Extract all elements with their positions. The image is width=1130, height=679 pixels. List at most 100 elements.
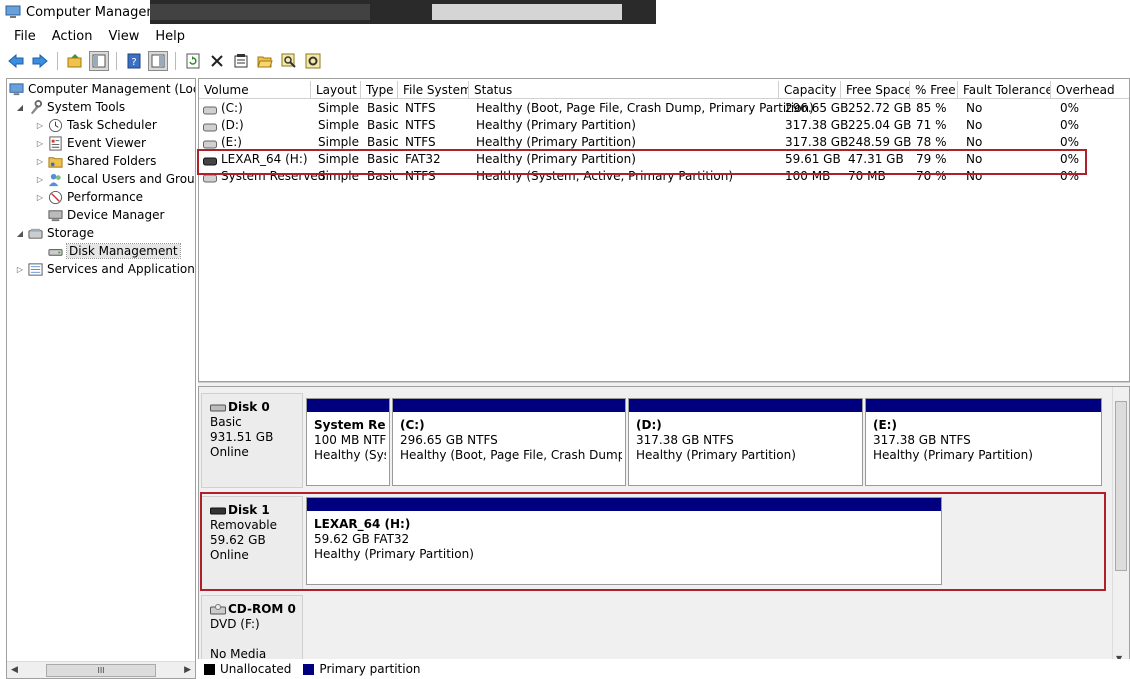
disk-1-type: Removable — [210, 518, 278, 532]
volume-type-cell: Basic — [367, 118, 399, 132]
tree-item-storage[interactable]: ◢ Storage — [15, 224, 94, 242]
menu-view[interactable]: View — [100, 29, 147, 44]
disk-management-icon — [48, 248, 63, 256]
back-arrow-icon[interactable] — [6, 51, 26, 71]
cdrom-drive-icon — [210, 603, 226, 614]
partition-lexar-h[interactable]: LEXAR_64 (H:) 59.62 GB FAT32 Healthy (Pr… — [306, 497, 942, 585]
show-hide-tree-icon[interactable] — [89, 51, 109, 71]
volume-pct-cell: 85 % — [916, 101, 947, 115]
volume-layout-cell: Simple — [318, 101, 359, 115]
primary-partition-bar — [307, 498, 941, 511]
collapsed-arrow-icon[interactable]: ▷ — [35, 139, 45, 148]
tree-item-system-tools[interactable]: ◢ System Tools — [15, 98, 125, 116]
disk-1-label[interactable]: Disk 1 Removable 59.62 GB Online — [201, 496, 303, 590]
properties-icon[interactable] — [231, 51, 251, 71]
tree-horizontal-scrollbar[interactable]: ◀ III ▶ — [7, 661, 195, 678]
column-header-capacity[interactable]: Capacity — [779, 81, 841, 99]
column-header-free-space[interactable]: Free Space — [841, 81, 910, 99]
tree-item-services-and-applications[interactable]: ▷ Services and Applications — [15, 260, 195, 278]
collapsed-arrow-icon[interactable]: ▷ — [35, 121, 45, 130]
scroll-left-icon[interactable]: ◀ — [11, 665, 18, 675]
delete-icon[interactable] — [207, 51, 227, 71]
scrollbar-thumb[interactable]: III — [46, 663, 156, 677]
partition-e[interactable]: (E:) 317.38 GB NTFS Healthy (Primary Par… — [865, 398, 1102, 486]
primary-partition-bar — [629, 399, 862, 412]
up-folder-icon[interactable] — [65, 51, 85, 71]
disk-0-status: Online — [210, 445, 249, 459]
volume-list: Volume Layout Type File System Status Ca… — [198, 78, 1130, 382]
primary-partition-bar — [307, 399, 389, 412]
column-header-percent-free[interactable]: % Free — [910, 81, 958, 99]
disk-pane-vertical-scrollbar[interactable]: ▼ — [1112, 387, 1129, 664]
column-header-type[interactable]: Type — [361, 81, 398, 99]
tree-item-performance[interactable]: ▷ Performance — [35, 188, 143, 206]
volume-capacity-cell: 100 MB — [785, 169, 831, 183]
tree-item-disk-management[interactable]: Disk Management — [48, 242, 181, 260]
volume-fs-cell: NTFS — [405, 169, 436, 183]
volume-fs-cell: NTFS — [405, 135, 436, 149]
expanded-arrow-icon[interactable]: ◢ — [15, 103, 25, 112]
volume-name-cell[interactable]: (D:) — [221, 117, 244, 134]
disk-0-type: Basic — [210, 415, 242, 429]
volume-status-cell: Healthy (System, Active, Primary Partiti… — [476, 169, 734, 183]
menu-action[interactable]: Action — [44, 29, 101, 44]
disk-1-name: Disk 1 — [210, 503, 302, 518]
expanded-arrow-icon[interactable]: ◢ — [15, 229, 25, 238]
volume-type-cell: Basic — [367, 169, 399, 183]
primary-partition-swatch — [303, 663, 315, 675]
drive-icon — [203, 121, 217, 132]
column-header-fault-tolerance[interactable]: Fault Tolerance — [958, 81, 1051, 99]
column-header-overhead[interactable]: Overhead — [1051, 81, 1129, 99]
open-icon[interactable] — [255, 51, 275, 71]
volume-layout-cell: Simple — [318, 118, 359, 132]
volume-free-cell: 248.59 GB — [848, 135, 912, 149]
tree-item-event-viewer[interactable]: ▷ Event Viewer — [35, 134, 146, 152]
volume-layout-cell: Simple — [318, 152, 359, 166]
volume-status-cell: Healthy (Primary Partition) — [476, 152, 636, 166]
tree-item-local-users[interactable]: ▷ Local Users and Groups — [35, 170, 195, 188]
disk-0-label[interactable]: Disk 0 Basic 931.51 GB Online — [201, 393, 303, 488]
title-bar: Computer Management — [0, 0, 1130, 24]
volume-name-cell[interactable]: System Reserved — [221, 168, 325, 185]
volume-name-cell[interactable]: (C:) — [221, 100, 243, 117]
partition-system-reserved[interactable]: System Rese 100 MB NTFS Healthy (Syst — [306, 398, 390, 486]
volume-capacity-cell: 317.38 GB — [785, 118, 849, 132]
volume-free-cell: 70 MB — [848, 169, 886, 183]
collapsed-arrow-icon[interactable]: ▷ — [15, 265, 25, 274]
partition-c[interactable]: (C:) 296.65 GB NTFS Healthy (Boot, Page … — [392, 398, 626, 486]
menu-file[interactable]: File — [0, 29, 44, 44]
tree-item-task-scheduler[interactable]: ▷ Task Scheduler — [35, 116, 157, 134]
partition-d[interactable]: (D:) 317.38 GB NTFS Healthy (Primary Par… — [628, 398, 863, 486]
volume-overhead-cell: 0% — [1060, 135, 1080, 149]
collapsed-arrow-icon[interactable]: ▷ — [35, 157, 45, 166]
forward-arrow-icon[interactable] — [30, 51, 50, 71]
removable-drive-icon — [203, 155, 217, 166]
scrollbar-thumb[interactable] — [1115, 401, 1127, 571]
show-hide-action-pane-icon[interactable] — [148, 51, 168, 71]
tree-item-shared-folders[interactable]: ▷ Shared Folders — [35, 152, 156, 170]
collapsed-arrow-icon[interactable]: ▷ — [35, 193, 45, 202]
cdrom-0-label[interactable]: CD-ROM 0 DVD (F:) No Media — [201, 595, 303, 664]
primary-partition-bar — [393, 399, 625, 412]
scroll-right-icon[interactable]: ▶ — [184, 665, 191, 675]
tree-item-device-manager[interactable]: Device Manager — [48, 206, 164, 224]
help-icon[interactable]: ? — [124, 51, 144, 71]
column-header-file-system[interactable]: File System — [398, 81, 469, 99]
column-header-layout[interactable]: Layout — [311, 81, 361, 99]
toolbar-separator — [116, 52, 117, 70]
volume-name-cell[interactable]: (E:) — [221, 134, 242, 151]
menu-help[interactable]: Help — [147, 29, 193, 44]
column-header-volume[interactable]: Volume — [199, 81, 311, 99]
volume-status-cell: Healthy (Primary Partition) — [476, 135, 636, 149]
volume-name-cell[interactable]: LEXAR_64 (H:) — [221, 151, 308, 168]
computer-management-icon — [5, 5, 21, 18]
volume-fault-cell: No — [966, 135, 983, 149]
toolbar: ? — [0, 48, 1130, 74]
tree-item-computer-management[interactable]: Computer Management (Local — [9, 80, 195, 98]
collapsed-arrow-icon[interactable]: ▷ — [35, 175, 45, 184]
volume-layout-cell: Simple — [318, 135, 359, 149]
settings-icon[interactable] — [303, 51, 323, 71]
column-header-status[interactable]: Status — [469, 81, 779, 99]
refresh-icon[interactable] — [183, 51, 203, 71]
search-icon[interactable] — [279, 51, 299, 71]
